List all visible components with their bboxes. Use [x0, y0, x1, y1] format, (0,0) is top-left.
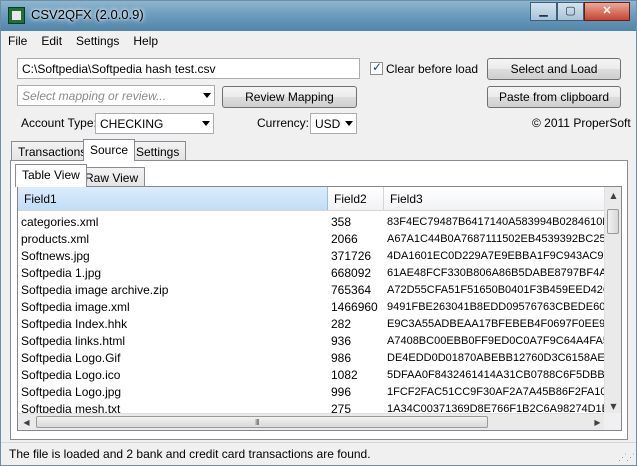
tab-table-view[interactable]: Table View	[15, 164, 87, 187]
tab-transactions[interactable]: Transactions	[11, 141, 94, 161]
table-row[interactable]: Softnews.jpg 371726 4DA1601EC0D229A7E9EBBA…	[18, 247, 606, 264]
file-path-field[interactable]: C:\Softpedia\Softpedia hash test.csv	[17, 58, 360, 79]
copyright-text: © 2011 ProperSoft	[532, 116, 631, 130]
table-row[interactable]: Softpedia 1.jpg 668092 61AE48FCF330B806A86…	[18, 264, 606, 281]
mapping-select-placeholder: Select mapping or review...	[22, 89, 167, 103]
table-cell-field2[interactable]: 1466960	[328, 298, 384, 315]
status-bar: The file is loaded and 2 bank and credit…	[1, 442, 636, 465]
chevron-down-icon	[345, 121, 353, 126]
table-cell-field2[interactable]: 371726	[328, 247, 384, 264]
table-cell-field3[interactable]: A67A1C44B0A7687111502EB4539392BC2540	[384, 230, 606, 247]
chevron-down-icon	[203, 93, 211, 98]
table-row[interactable]: Softpedia Logo.Gif 986 DE4EDD0D01870ABEBB1…	[18, 349, 606, 366]
table-cell-field3[interactable]: E9C3A55ADBEAA17BFEBEB4F0697F0EE95355	[384, 315, 606, 332]
table-cell-field1[interactable]: Softpedia 1.jpg	[18, 264, 328, 281]
window-title: CSV2QFX (2.0.0.9)	[31, 7, 144, 22]
table-cell-field1[interactable]: Softpedia image.xml	[18, 298, 328, 315]
table-cell-field2[interactable]: 2066	[328, 230, 384, 247]
select-and-load-button[interactable]: Select and Load	[487, 58, 621, 80]
table-cell-field3[interactable]: 1FCF2FAC51CC9F30AF2A7A45B86F2FA10B9	[384, 383, 606, 400]
table-cell-field1[interactable]: Softpedia Logo.Gif	[18, 349, 328, 366]
table-cell-field1[interactable]: Softpedia image archive.zip	[18, 281, 328, 298]
table-cell-field1[interactable]: Softpedia Logo.ico	[18, 366, 328, 383]
table-row[interactable]: Softpedia image archive.zip 765364 A72D55C…	[18, 281, 606, 298]
currency-select[interactable]: USD	[310, 113, 357, 134]
table-cell-field1[interactable]: categories.xml	[18, 213, 328, 230]
mapping-select[interactable]: Select mapping or review...	[17, 85, 215, 106]
menu-settings[interactable]: Settings	[69, 31, 126, 51]
grip-icon: III	[255, 418, 260, 427]
table-cell-field2[interactable]: 986	[328, 349, 384, 366]
menu-edit[interactable]: Edit	[34, 31, 69, 51]
scroll-left-icon[interactable]: ◀	[18, 414, 35, 430]
table-cell-field3[interactable]: 9491FBE263041B8EDD09576763CBEDE6035E	[384, 298, 606, 315]
table-cell-field2[interactable]: 282	[328, 315, 384, 332]
table-cell-field1[interactable]: Softpedia Logo.jpg	[18, 383, 328, 400]
account-type-label: Account Type:	[21, 116, 97, 130]
caption-buttons: ▁ ▢ ✕	[530, 2, 630, 22]
table-cell-field1[interactable]: Softnews.jpg	[18, 247, 328, 264]
table-cell-field2[interactable]: 358	[328, 213, 384, 230]
menu-file[interactable]: File	[1, 31, 34, 51]
menu-help[interactable]: Help	[126, 31, 165, 51]
table-row[interactable]: Softpedia links.html 936 A7408BC00EBB0FF9E…	[18, 332, 606, 349]
table-cell-field3[interactable]: 61AE48FCF330B806A86B5DABE8797BF4AB68	[384, 264, 606, 281]
table-row[interactable]: Softpedia Index.hhk 282 E9C3A55ADBEAA17BFE…	[18, 315, 606, 332]
table-cell-field1[interactable]: products.xml	[18, 230, 328, 247]
scroll-up-icon[interactable]: ▲	[605, 187, 621, 204]
column-header-field2[interactable]: Field2	[328, 187, 384, 210]
tab-raw-view[interactable]: Raw View	[78, 167, 146, 187]
table-header: Field1 Field2 Field3	[18, 187, 606, 211]
tab-settings[interactable]: Settings	[129, 141, 187, 161]
table-cell-field3[interactable]: DE4EDD0D01870ABEBB12760D3C6158AEBAE	[384, 349, 606, 366]
table-cell-field2[interactable]: 668092	[328, 264, 384, 281]
app-window: CSV2QFX (2.0.0.9) ▁ ▢ ✕ File Edit Settin…	[0, 0, 637, 466]
minimize-button[interactable]: ▁	[530, 2, 557, 21]
clear-before-load-checkbox[interactable]	[370, 60, 383, 75]
paste-from-clipboard-button[interactable]: Paste from clipboard	[487, 86, 621, 108]
table-cell-field2[interactable]: 765364	[328, 281, 384, 298]
table-cell-field2[interactable]: 936	[328, 332, 384, 349]
account-type-value: CHECKING	[100, 117, 164, 131]
scrollbar-corner	[604, 413, 621, 430]
table-row[interactable]: categories.xml 358 83F4EC79487B6417140A583…	[18, 213, 606, 230]
column-header-field3[interactable]: Field3	[384, 187, 606, 210]
table-cell-field1[interactable]: Softpedia Index.hhk	[18, 315, 328, 332]
table-cell-field2[interactable]: 996	[328, 383, 384, 400]
table-row[interactable]: products.xml 2066 A67A1C44B0A7687111502EB4…	[18, 230, 606, 247]
horizontal-scrollbar[interactable]: ◀ III ▶	[18, 413, 606, 430]
table-cell-field3[interactable]: A7408BC00EBB0FF9ED0C0A7F9C64A4FA51AB	[384, 332, 606, 349]
account-type-select[interactable]: CHECKING	[95, 113, 214, 134]
currency-value: USD	[315, 117, 341, 131]
table-row[interactable]: Softpedia Logo.jpg 996 1FCF2FAC51CC9F30AF2…	[18, 383, 606, 400]
app-icon[interactable]	[8, 7, 25, 24]
column-header-field1[interactable]: Field1	[18, 187, 328, 210]
tab-source[interactable]: Source	[83, 139, 136, 161]
horizontal-scroll-thumb[interactable]: III	[36, 416, 488, 428]
vertical-scroll-thumb[interactable]	[607, 209, 619, 234]
menu-bar: File Edit Settings Help	[1, 31, 636, 51]
table-cell-field1[interactable]: Softpedia links.html	[18, 332, 328, 349]
table-cell-field3[interactable]: 83F4EC79487B6417140A583994B0284610F0	[384, 213, 606, 230]
table-cell-field3[interactable]: 5DFAA0F8432461414A31CB0788C6F5DBB6C	[384, 366, 606, 383]
maximize-button[interactable]: ▢	[557, 2, 584, 21]
table-cell-field3[interactable]: 4DA1601EC0D229A7E9EBBA1F9C943AC9C60	[384, 247, 606, 264]
clear-before-load-label[interactable]: Clear before load	[386, 62, 478, 76]
review-mapping-button[interactable]: Review Mapping	[222, 86, 357, 108]
status-text: The file is loaded and 2 bank and credit…	[9, 447, 371, 461]
title-bar[interactable]: CSV2QFX (2.0.0.9) ▁ ▢ ✕	[1, 1, 636, 31]
table-cell-field2[interactable]: 1082	[328, 366, 384, 383]
vertical-scrollbar[interactable]: ▲ ▼	[604, 187, 621, 415]
chevron-down-icon	[202, 121, 210, 126]
currency-label: Currency:	[257, 116, 310, 130]
resize-grip-icon[interactable]: ⋰⋰	[618, 452, 635, 463]
table-row[interactable]: Softpedia Logo.ico 1082 5DFAA0F8432461414A…	[18, 366, 606, 383]
table-body: categories.xml 358 83F4EC79487B6417140A583…	[18, 213, 606, 417]
close-button[interactable]: ✕	[584, 2, 630, 21]
source-table: Field1 Field2 Field3 categories.xml 358 83…	[17, 186, 622, 431]
table-row[interactable]: Softpedia image.xml 1466960 9491FBE263041B…	[18, 298, 606, 315]
table-cell-field3[interactable]: A72D55CFA51F51650B0401F3B459EED42C3	[384, 281, 606, 298]
